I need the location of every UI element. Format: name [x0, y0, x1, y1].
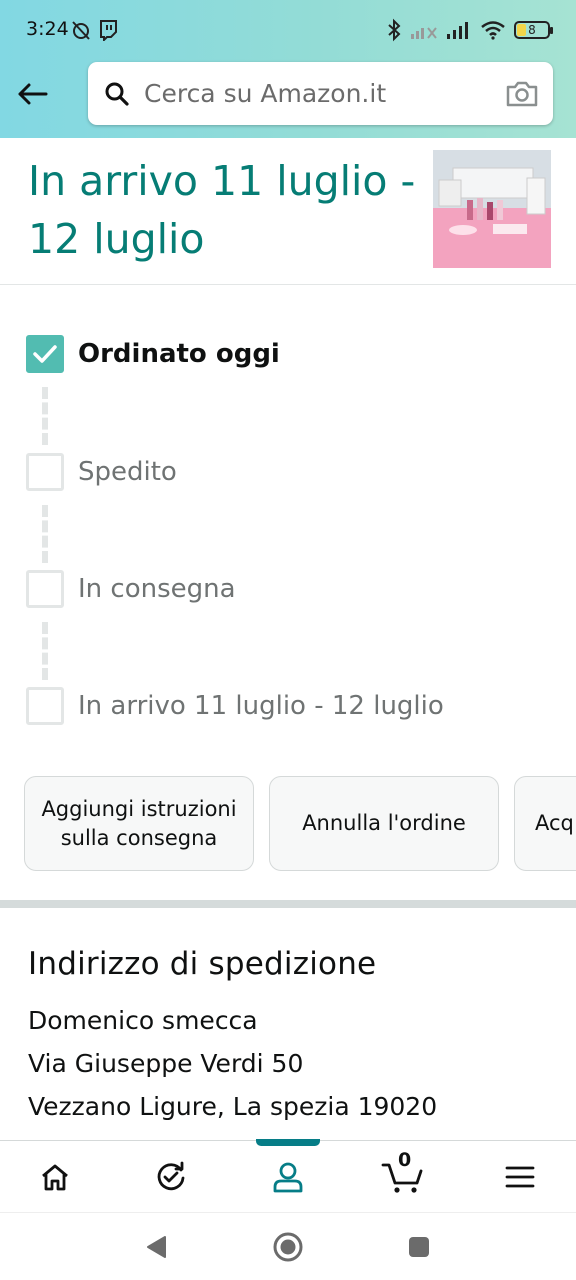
- system-recents-button[interactable]: [402, 1230, 436, 1264]
- app-header: 3:24 8: [0, 0, 576, 138]
- twitch-icon: [100, 20, 117, 41]
- shipping-address: Indirizzo di spedizione Domenico smecca …: [28, 946, 568, 1121]
- back-arrow-icon: [18, 83, 48, 105]
- delivery-title: In arrivo 11 luglio - 12 luglio: [28, 157, 416, 263]
- signal-weak-icon: [411, 27, 437, 39]
- tracking-step-label: Ordinato oggi: [78, 339, 280, 369]
- circle-home-icon: [273, 1232, 303, 1262]
- status-time: 3:24: [26, 18, 69, 40]
- history-icon: [157, 1161, 185, 1191]
- signal-icon: [447, 22, 468, 39]
- camera-icon[interactable]: [505, 80, 539, 108]
- triangle-back-icon: [147, 1236, 166, 1258]
- section-divider: [0, 900, 576, 908]
- nav-home[interactable]: [30, 1155, 80, 1199]
- tracking-step-label: In consegna: [78, 574, 236, 604]
- nav-history[interactable]: [146, 1155, 196, 1199]
- back-button[interactable]: [14, 76, 50, 112]
- cancel-order-button[interactable]: Annulla l'ordine: [269, 776, 499, 871]
- address-name: Domenico smecca: [28, 1006, 258, 1035]
- tracking-step-label: Spedito: [78, 457, 177, 487]
- bottom-navigation: 0: [0, 1139, 576, 1212]
- tracking-connector: [42, 505, 48, 563]
- buy-again-button[interactable]: Acq: [514, 776, 576, 871]
- wifi-icon: [481, 21, 505, 40]
- search-icon: [105, 82, 129, 106]
- checkbox-empty-icon: [26, 570, 64, 608]
- system-back-button[interactable]: [139, 1230, 173, 1264]
- tracking-step-shipped: Spedito: [26, 453, 177, 491]
- square-recents-icon: [409, 1237, 429, 1257]
- system-navigation-bar: [0, 1212, 576, 1280]
- checkbox-checked-icon: [26, 335, 64, 373]
- product-thumbnail[interactable]: [433, 150, 551, 268]
- system-home-button[interactable]: [271, 1230, 305, 1264]
- alarm-off-icon: [72, 21, 90, 40]
- status-bar: 3:24 8: [0, 0, 576, 62]
- order-tracking: Ordinato oggi Spedito In consegna In arr…: [0, 285, 576, 765]
- home-icon: [42, 1164, 68, 1191]
- add-delivery-instructions-button[interactable]: Aggiungi istruzioni sulla consegna: [24, 776, 254, 871]
- bluetooth-icon: [388, 18, 401, 42]
- nav-menu[interactable]: [495, 1155, 545, 1199]
- nav-cart[interactable]: 0: [378, 1149, 428, 1199]
- search-input[interactable]: [144, 79, 484, 108]
- active-tab-indicator: [256, 1139, 320, 1146]
- address-street: Via Giuseppe Verdi 50: [28, 1049, 304, 1078]
- tracking-step-out-for-delivery: In consegna: [26, 570, 236, 608]
- tracking-step-ordered: Ordinato oggi: [26, 335, 280, 373]
- tracking-step-arriving: In arrivo 11 luglio - 12 luglio: [26, 687, 444, 725]
- tracking-connector: [42, 622, 48, 680]
- menu-icon: [505, 1166, 535, 1188]
- search-bar[interactable]: [88, 62, 553, 125]
- account-icon: [273, 1162, 303, 1193]
- tracking-step-label: In arrivo 11 luglio - 12 luglio: [78, 691, 444, 721]
- tracking-connector: [42, 387, 48, 445]
- nav-account[interactable]: [263, 1155, 313, 1199]
- battery-icon: 8: [514, 21, 553, 39]
- cart-count-badge: 0: [398, 1149, 412, 1171]
- address-city: Vezzano Ligure, La spezia 19020: [28, 1092, 438, 1121]
- order-actions: Aggiungi istruzioni sulla consegna Annul…: [24, 776, 576, 872]
- checkbox-empty-icon: [26, 453, 64, 491]
- shipping-address-heading: Indirizzo di spedizione: [28, 946, 377, 982]
- delivery-section: In arrivo 11 luglio - 12 luglio: [0, 138, 576, 285]
- checkbox-empty-icon: [26, 687, 64, 725]
- product-image: [433, 150, 551, 268]
